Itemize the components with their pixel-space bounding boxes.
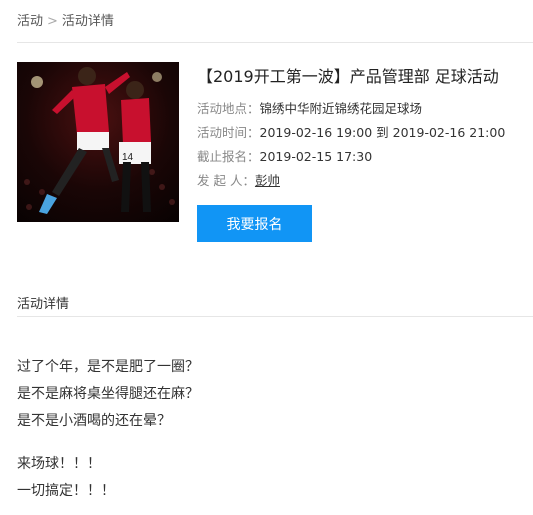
event-cover-image: 14 xyxy=(17,62,179,222)
details-section-title: 活动详情 xyxy=(17,297,70,312)
time-to: 到 xyxy=(376,125,389,140)
organizer-label: 发 起 人： xyxy=(197,173,255,188)
event-title: 【2019开工第一波】产品管理部 足球活动 xyxy=(197,67,499,86)
signup-button[interactable]: 我要报名 xyxy=(197,205,312,242)
details-line: 是不是麻将桌坐得腿还在麻？ xyxy=(17,386,199,402)
deadline-label: 截止报名： xyxy=(197,149,260,164)
location-label: 活动地点： xyxy=(197,101,260,116)
organizer-link[interactable]: 彭帅 xyxy=(255,173,280,188)
details-line: 是不是小酒喝的还在晕？ xyxy=(17,413,171,429)
breadcrumb: 活动 > 活动详情 xyxy=(17,10,114,29)
event-location: 活动地点：锦绣中华附近锦绣花园足球场 xyxy=(197,98,422,117)
details-line: 过了个年，是不是肥了一圈？ xyxy=(17,359,199,375)
event-time: 活动时间：2019-02-16 19:00 到 2019-02-16 21:00 xyxy=(197,122,505,141)
svg-text:14: 14 xyxy=(122,152,134,163)
header-divider xyxy=(17,42,533,43)
deadline-value: 2019-02-15 17:30 xyxy=(259,149,373,164)
location-value: 锦绣中华附近锦绣花园足球场 xyxy=(259,101,423,116)
details-divider xyxy=(17,316,533,317)
breadcrumb-separator: > xyxy=(47,14,58,29)
details-line: 一切搞定！！！ xyxy=(17,483,115,499)
event-organizer: 发 起 人：彭帅 xyxy=(197,170,280,189)
breadcrumb-current: 活动详情 xyxy=(61,14,114,29)
time-start: 2019-02-16 19:00 xyxy=(259,125,373,140)
event-deadline: 截止报名：2019-02-15 17:30 xyxy=(197,146,372,165)
breadcrumb-home-link[interactable]: 活动 xyxy=(17,14,43,29)
details-line: 来场球！！！ xyxy=(17,456,101,472)
time-end: 2019-02-16 21:00 xyxy=(392,125,506,140)
time-label: 活动时间： xyxy=(197,125,260,140)
